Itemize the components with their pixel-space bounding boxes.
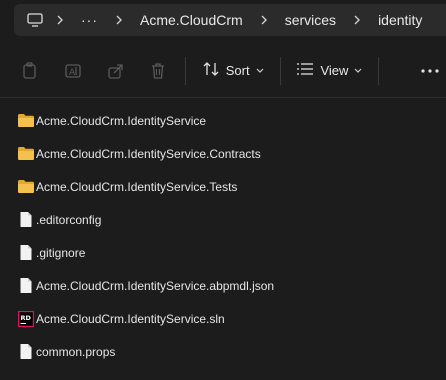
this-pc-icon[interactable] (25, 10, 45, 30)
list-item[interactable]: .editorconfig (0, 203, 446, 236)
file-name: Acme.CloudCrm.IdentityService.abpmdl.jso… (36, 278, 275, 293)
see-more-icon[interactable] (413, 53, 446, 89)
sort-button[interactable]: Sort (196, 53, 270, 89)
svg-text:A: A (69, 68, 76, 78)
rider-badge-text: RD (21, 314, 32, 322)
file-name: .editorconfig (36, 212, 102, 227)
list-item[interactable]: Acme.CloudCrm.IdentityService (0, 104, 446, 137)
document-icon (17, 343, 35, 361)
breadcrumb-item[interactable]: services (279, 10, 342, 30)
breadcrumb-item[interactable]: Acme.CloudCrm (134, 10, 249, 30)
share-icon[interactable] (99, 53, 132, 89)
sort-icon (202, 61, 220, 80)
breadcrumb-overflow[interactable]: ··· (75, 10, 104, 30)
command-bar: A Sort View (0, 44, 446, 98)
file-name: Acme.CloudCrm.IdentityService.sln (36, 311, 225, 326)
chevron-right-icon[interactable] (108, 10, 130, 30)
toolbar-separator (279, 56, 281, 85)
document-icon (17, 211, 35, 229)
view-label: View (320, 63, 349, 78)
breadcrumb-item[interactable]: identity (372, 10, 428, 30)
view-icon (296, 62, 314, 79)
file-name: Acme.CloudCrm.IdentityService.Contracts (36, 146, 261, 161)
chevron-right-icon[interactable] (346, 10, 368, 30)
rename-icon[interactable]: A (57, 53, 90, 89)
list-item[interactable]: RD Acme.CloudCrm.IdentityService.sln (0, 302, 446, 335)
toolbar-separator (184, 56, 186, 85)
folder-icon (17, 145, 35, 163)
file-name: common.props (36, 344, 116, 359)
copy-icon[interactable] (14, 53, 47, 89)
delete-icon[interactable] (142, 53, 175, 89)
folder-icon (17, 178, 35, 196)
chevron-down-icon (256, 68, 264, 74)
list-item[interactable]: Acme.CloudCrm.IdentityService.Contracts (0, 137, 446, 170)
toolbar-separator (378, 56, 380, 85)
rider-solution-icon: RD (17, 310, 35, 328)
address-bar[interactable]: ··· Acme.CloudCrm services identity (14, 4, 446, 36)
list-item[interactable]: Acme.CloudCrm.IdentityService.abpmdl.jso… (0, 269, 446, 302)
file-list: Acme.CloudCrm.IdentityService Acme.Cloud… (0, 104, 446, 368)
file-name: .gitignore (36, 245, 86, 260)
document-icon (17, 244, 35, 262)
document-icon (17, 277, 35, 295)
file-name: Acme.CloudCrm.IdentityService.Tests (36, 179, 238, 194)
file-name: Acme.CloudCrm.IdentityService (36, 113, 207, 128)
list-item[interactable]: common.props (0, 335, 446, 368)
chevron-right-icon[interactable] (49, 10, 71, 30)
view-button[interactable]: View (290, 53, 368, 89)
folder-icon (17, 112, 35, 130)
list-item[interactable]: .gitignore (0, 236, 446, 269)
chevron-right-icon[interactable] (253, 10, 275, 30)
file-explorer-window: ··· Acme.CloudCrm services identity A So… (0, 0, 446, 380)
chevron-down-icon (354, 68, 362, 74)
list-item[interactable]: Acme.CloudCrm.IdentityService.Tests (0, 170, 446, 203)
sort-label: Sort (225, 63, 250, 78)
